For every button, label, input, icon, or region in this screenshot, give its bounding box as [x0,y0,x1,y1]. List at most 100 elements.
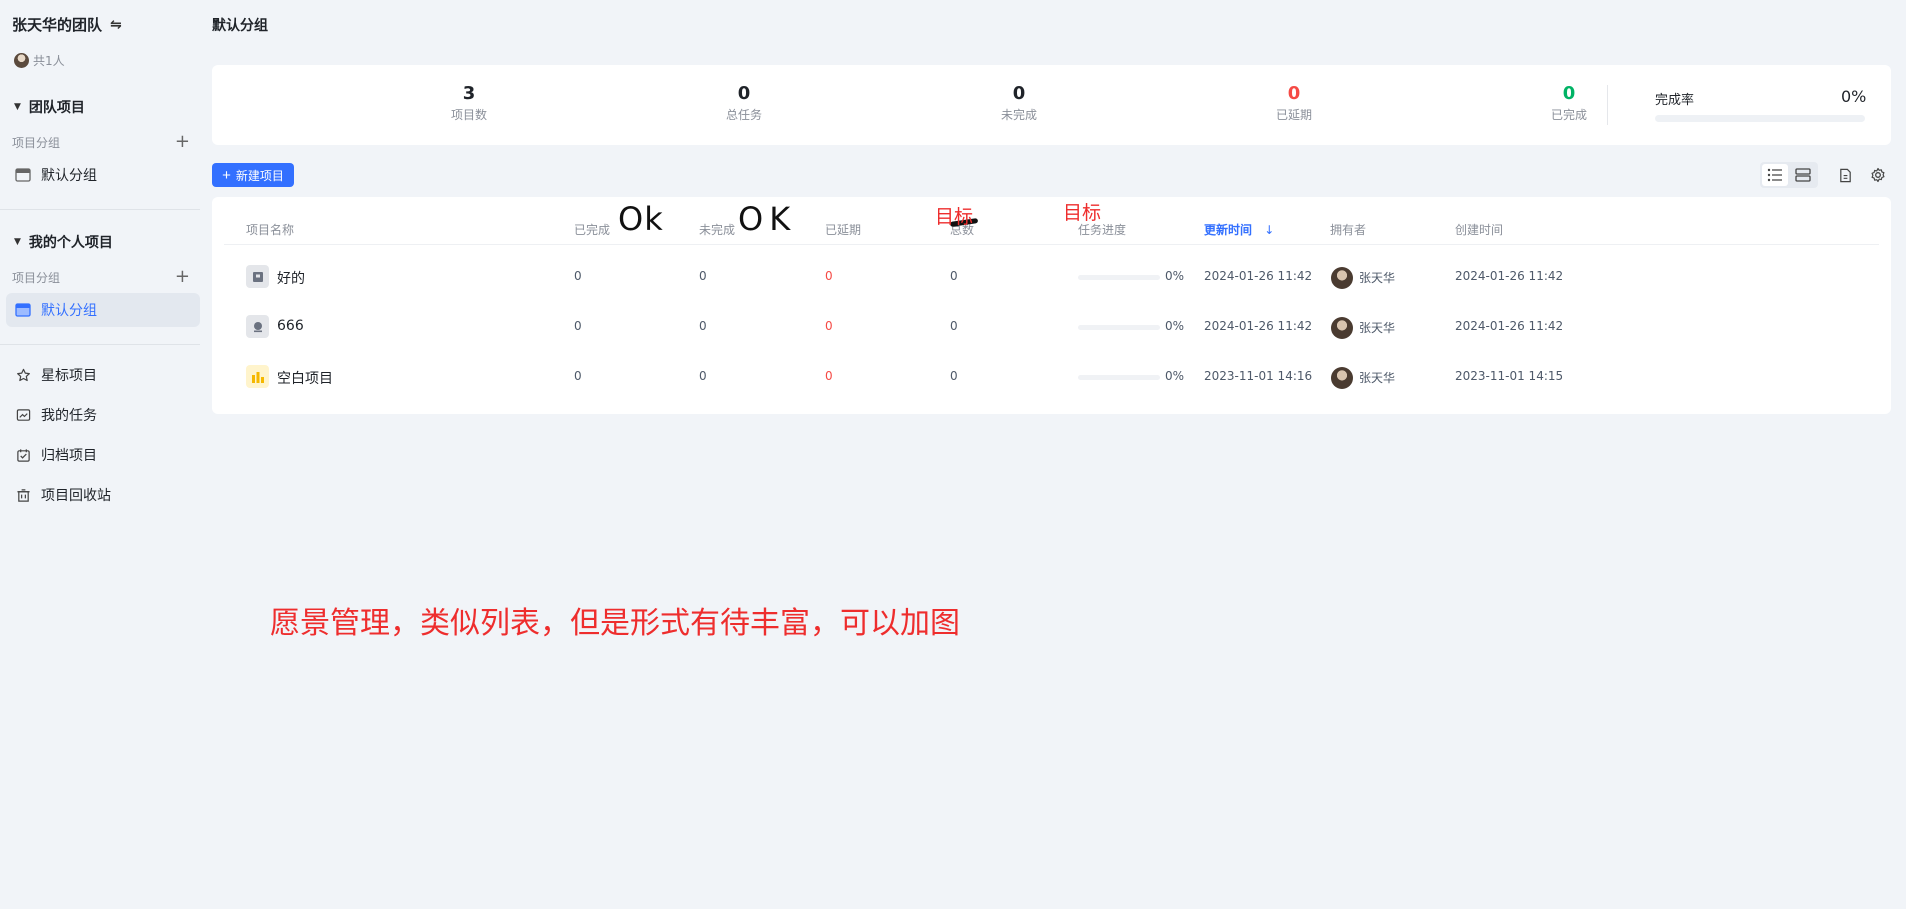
caret-down-icon: ▼ [14,237,21,247]
cell-done: 0 [574,269,582,283]
column-header[interactable]: 未完成 [699,221,735,238]
page-title: 默认分组 [212,18,268,34]
cell-total: 0 [950,319,958,333]
completion-rate-value: 0% [1841,87,1867,106]
folder-icon [15,302,31,318]
divider [1607,85,1608,125]
add-group-icon[interactable]: + [175,133,190,151]
progress-value: 0% [1165,319,1185,333]
cell-created: 2024-01-26 11:42 [1455,269,1564,283]
team-switcher[interactable]: 张天华的团队 ⇋ [12,14,122,35]
stat-projects: 3 项目数 [409,83,529,123]
annotation-note: 愿景管理，类似列表，但是形式有待丰富，可以加图 [270,606,960,641]
cell-updated: 2023-11-01 14:16 [1204,369,1313,383]
section-title: 团队项目 [28,100,85,116]
cell-done: 0 [574,319,582,333]
sidebar-item-label: 我的任务 [41,408,97,424]
project-name[interactable]: 空白项目 [277,368,333,388]
card-view-button[interactable] [1790,164,1816,186]
trash-icon [15,487,31,503]
sidebar-item-label: 星标项目 [41,368,97,384]
export-icon[interactable] [1835,165,1855,185]
stat-value: 0 [1287,83,1301,104]
member-count[interactable]: 共1人 [14,52,65,69]
project-name[interactable]: 666 [277,318,304,334]
gear-icon[interactable] [1868,165,1888,185]
switch-icon[interactable]: ⇋ [110,17,122,33]
cell-created: 2024-01-26 11:42 [1455,319,1564,333]
avatar [14,53,29,68]
stat-label: 未完成 [1000,108,1037,122]
cell-updated: 2024-01-26 11:42 [1204,269,1313,283]
progress-value: 0% [1165,269,1185,283]
column-header[interactable]: 拥有者 [1330,221,1366,238]
progress-bar [1078,375,1160,380]
sidebar-item-recycle-bin[interactable]: 项目回收站 [6,478,200,512]
completion-progress-bar [1655,115,1865,122]
progress-bar [1078,325,1160,330]
archive-icon [15,447,31,463]
team-group-header: 项目分组 + [12,133,192,151]
member-count-label: 共1人 [33,54,65,68]
sidebar-item-starred[interactable]: 星标项目 [6,358,200,392]
cell-overdue: 0 [825,369,833,383]
table-row[interactable]: 666 0 0 0 0 0% 2024-01-26 11:42 张天华 2024… [212,303,1891,353]
column-header-sorted[interactable]: 更新时间 ↓ [1204,221,1274,238]
box-icon [246,265,269,288]
image-icon [246,315,269,338]
table-row[interactable]: 好的 0 0 0 0 0% 2024-01-26 11:42 张天华 2024-… [212,253,1891,303]
table-row[interactable]: 空白项目 0 0 0 0 0% 2023-11-01 14:16 张天华 202… [212,353,1891,403]
plus-icon: + [222,166,231,184]
new-project-button[interactable]: + 新建项目 [212,163,294,187]
project-table: 项目名称 已完成 未完成 已延期 总数 任务进度 更新时间 ↓ 拥有者 创建时间… [212,197,1891,414]
team-title: 张天华的团队 [12,16,103,34]
sidebar-item-label: 默认分组 [41,303,97,319]
team-projects-section[interactable]: ▼ 团队项目 [14,97,85,117]
sidebar-item-archived[interactable]: 归档项目 [6,438,200,472]
stat-value: 0 [737,83,751,104]
personal-projects-section[interactable]: ▼ 我的个人项目 [14,232,113,252]
caret-down-icon: ▼ [14,102,21,112]
list-icon [1767,168,1782,182]
group-label: 项目分组 [12,270,61,285]
add-group-icon[interactable]: + [175,268,190,286]
star-icon [15,367,31,383]
cell-done: 0 [574,369,582,383]
cell-total: 0 [950,369,958,383]
column-header-label: 更新时间 [1204,223,1253,237]
column-header[interactable]: 创建时间 [1455,221,1503,238]
cell-undone: 0 [699,269,707,283]
stat-value: 0 [1012,83,1026,104]
stat-value: 0 [1562,83,1576,104]
stat-label: 项目数 [450,108,487,122]
cell-overdue: 0 [825,319,833,333]
divider [0,209,200,210]
stats-card: 3 项目数 0 总任务 0 未完成 0 已延期 0 已完成 完成率 0% [212,65,1891,145]
column-header[interactable]: 已完成 [574,221,610,238]
project-name[interactable]: 好的 [277,268,305,288]
bar-chart-icon [246,365,269,388]
sidebar-item-team-default-group[interactable]: 默认分组 [6,158,200,192]
stat-label: 已完成 [1550,108,1587,122]
folder-icon [15,167,31,183]
section-title: 我的个人项目 [28,235,113,251]
stat-value: 3 [462,83,476,104]
task-chart-icon [15,407,31,423]
handwritten-note-ok: OK [738,200,797,238]
card-icon [1795,168,1811,182]
list-view-button[interactable] [1762,164,1788,186]
divider [224,244,1879,245]
annotation-target: 目标 [935,206,974,228]
sidebar-item-personal-default-group[interactable]: 默认分组 [6,293,200,327]
column-header[interactable]: 已延期 [825,221,861,238]
cell-overdue: 0 [825,269,833,283]
cell-undone: 0 [699,369,707,383]
completion-rate-label: 完成率 [1655,93,1695,108]
owner-name: 张天华 [1359,321,1396,335]
sidebar-item-my-tasks[interactable]: 我的任务 [6,398,200,432]
column-header[interactable]: 项目名称 [246,221,294,238]
stat-overdue: 0 已延期 [1234,83,1354,123]
sidebar-item-label: 项目回收站 [41,488,111,504]
progress-value: 0% [1165,369,1185,383]
stat-incomplete: 0 未完成 [959,83,1079,123]
